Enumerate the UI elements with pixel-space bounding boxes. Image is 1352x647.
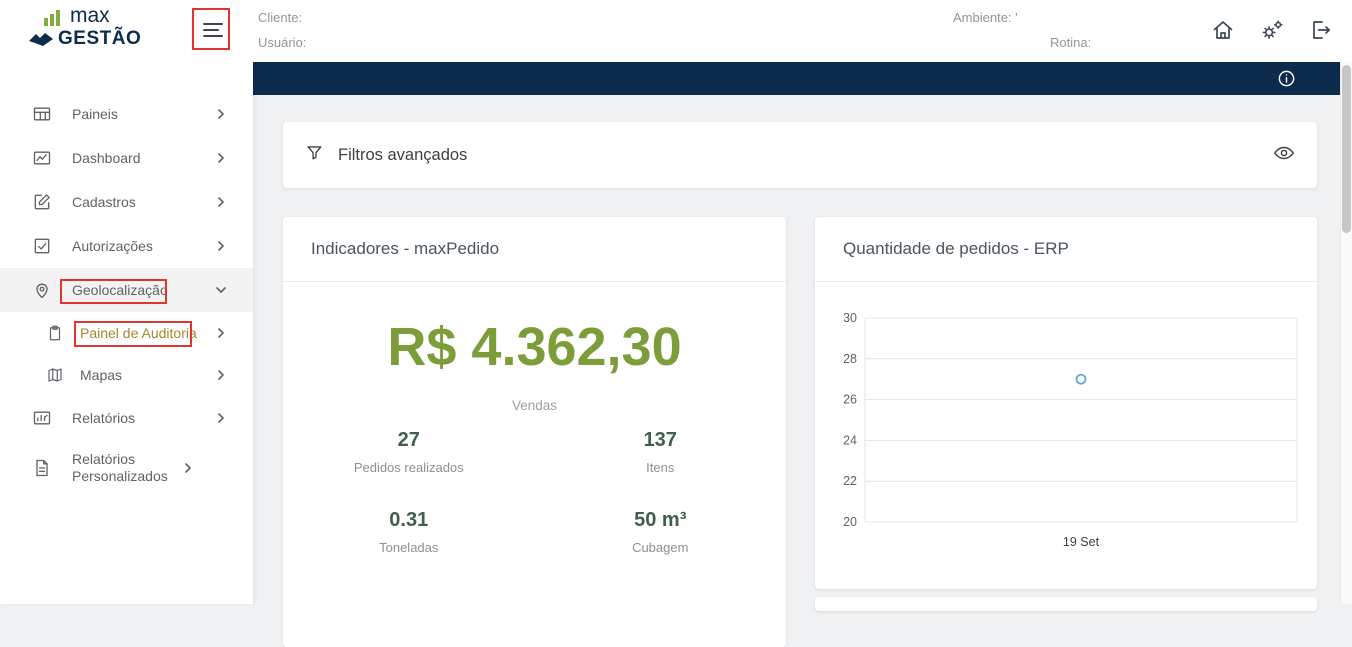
indicator-stats-grid: 27 Pedidos realizados 137 Itens 0.31 Ton… (283, 429, 786, 555)
stat-itens: 137 Itens (535, 429, 787, 475)
page-toolbar (253, 62, 1340, 95)
sidebar-item-dashboard[interactable]: Dashboard (0, 136, 253, 180)
stat-label: Cubagem (535, 540, 787, 555)
stat-value: 0.31 (283, 509, 535, 532)
chevron-right-icon (215, 370, 227, 380)
svg-text:28: 28 (843, 352, 857, 366)
info-icon[interactable] (1277, 69, 1296, 93)
sidebar-nav: Paineis Dashboard Cadastros Autorizações… (0, 62, 253, 604)
sales-total-value: R$ 4.362,30 (283, 320, 786, 374)
check-square-icon (32, 236, 52, 256)
vertical-scrollbar[interactable] (1340, 62, 1352, 604)
svg-text:24: 24 (843, 433, 857, 447)
logo-handshake-icon (28, 31, 54, 47)
chevron-right-icon (182, 463, 194, 473)
chevron-right-icon (215, 153, 227, 163)
sidebar-item-label: Paineis (72, 106, 215, 123)
stat-value: 27 (283, 429, 535, 452)
chevron-right-icon (215, 328, 227, 338)
sidebar-item-cadastros[interactable]: Cadastros (0, 180, 253, 224)
indicators-card: Indicadores - maxPedido R$ 4.362,30 Vend… (283, 217, 786, 647)
stat-value: 50 m³ (535, 509, 787, 532)
indicators-card-header: Indicadores - maxPedido (283, 217, 786, 282)
sidebar-item-label: Dashboard (72, 150, 215, 167)
sidebar-item-relatorios-personalizados[interactable]: Relatórios Personalizados (0, 440, 253, 496)
sidebar-item-geolocalizacao[interactable]: Geolocalização (0, 268, 253, 312)
stat-toneladas: 0.31 Toneladas (283, 509, 535, 555)
indicators-body: R$ 4.362,30 Vendas 27 Pedidos realizados… (283, 282, 786, 555)
environment-label: Ambiente: ' (953, 10, 1018, 25)
next-card-sliver (815, 597, 1317, 611)
sidebar-item-mapas[interactable]: Mapas (0, 354, 253, 396)
logout-icon[interactable] (1308, 17, 1334, 43)
scrollbar-thumb[interactable] (1342, 65, 1351, 233)
svg-text:19 Set: 19 Set (1063, 535, 1100, 549)
orders-chart-area: 20 22 24 26 28 30 19 Set (815, 282, 1317, 561)
chevron-down-icon (215, 285, 227, 295)
header-icons (1210, 17, 1334, 43)
app-logo: max GESTÃO (28, 5, 141, 51)
settings-gears-icon[interactable] (1259, 17, 1285, 43)
sidebar-item-label: Cadastros (72, 194, 215, 211)
dashboard-chart-icon (32, 148, 52, 168)
report-chart-icon (32, 408, 52, 428)
map-icon (46, 365, 66, 385)
user-label: Usuário: (258, 35, 306, 50)
sidebar-item-label: Painel de Auditoria (80, 325, 215, 342)
sidebar-item-label: Relatórios (72, 410, 215, 427)
app-header: max GESTÃO Cliente: Usuário: Ambiente: '… (0, 0, 1352, 62)
sidebar-item-painel-de-auditoria[interactable]: Painel de Auditoria (0, 312, 253, 354)
filter-funnel-icon (305, 143, 324, 167)
logo-text-gestao: GESTÃO (58, 28, 141, 51)
edit-pencil-icon (32, 192, 52, 212)
svg-text:26: 26 (843, 393, 857, 407)
stat-label: Pedidos realizados (283, 460, 535, 475)
menu-toggle-button[interactable] (198, 15, 228, 45)
sidebar-item-relatorios[interactable]: Relatórios (0, 396, 253, 440)
sidebar-item-autorizacoes[interactable]: Autorizações (0, 224, 253, 268)
orders-chart-title: Quantidade de pedidos - ERP (843, 239, 1069, 259)
sales-total-label: Vendas (283, 398, 786, 413)
panels-grid-icon (32, 104, 52, 124)
svg-text:20: 20 (843, 515, 857, 529)
sidebar-item-paineis[interactable]: Paineis (0, 92, 253, 136)
logo-text-max: max (70, 5, 110, 26)
stat-pedidos: 27 Pedidos realizados (283, 429, 535, 475)
svg-text:30: 30 (843, 311, 857, 325)
orders-chart-header: Quantidade de pedidos - ERP (815, 217, 1317, 282)
location-pin-icon (32, 280, 52, 300)
document-icon (32, 458, 52, 478)
sidebar-item-label: Relatórios Personalizados (72, 451, 182, 485)
chevron-right-icon (215, 241, 227, 251)
orders-chart-card: Quantidade de pedidos - ERP 20 22 24 26 28 30… (815, 217, 1317, 589)
client-label: Cliente: (258, 10, 302, 25)
filters-title: Filtros avançados (338, 146, 1273, 165)
stat-cubagem: 50 m³ Cubagem (535, 509, 787, 555)
sidebar-item-label: Geolocalização (72, 282, 215, 299)
stat-label: Toneladas (283, 540, 535, 555)
chevron-right-icon (215, 413, 227, 423)
clipboard-icon (46, 323, 66, 343)
logo-bars-icon (42, 8, 64, 26)
sidebar-item-label: Autorizações (72, 238, 215, 255)
eye-visibility-icon[interactable] (1273, 142, 1295, 169)
home-icon[interactable] (1210, 17, 1236, 43)
erp-orders-chart: 20 22 24 26 28 30 19 Set (827, 308, 1305, 556)
svg-text:22: 22 (843, 474, 857, 488)
chevron-right-icon (215, 109, 227, 119)
routine-label: Rotina: (1050, 35, 1091, 50)
chevron-right-icon (215, 197, 227, 207)
stat-value: 137 (535, 429, 787, 452)
sidebar-item-label: Mapas (80, 367, 215, 384)
advanced-filters-panel[interactable]: Filtros avançados (283, 122, 1317, 188)
indicators-title: Indicadores - maxPedido (311, 239, 499, 259)
stat-label: Itens (535, 460, 787, 475)
